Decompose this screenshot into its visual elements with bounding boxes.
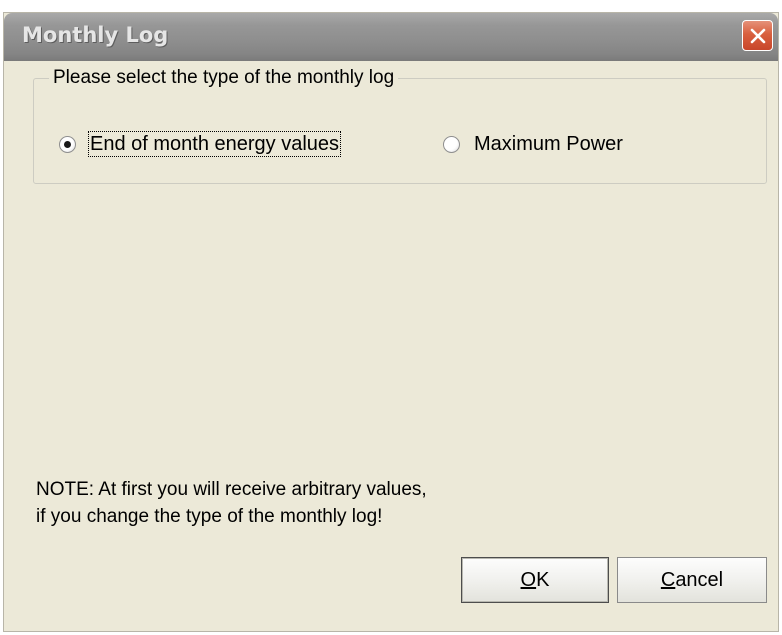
group-label: Please select the type of the monthly lo… (49, 67, 399, 89)
title-bar[interactable]: Monthly Log (4, 13, 778, 61)
radio-label-end-of-month[interactable]: End of month energy values (87, 131, 342, 157)
radio-selected-dot (64, 140, 71, 148)
ok-mnemonic: O (520, 568, 537, 591)
window-title: Monthly Log (22, 23, 169, 47)
radio-button-icon[interactable] (59, 135, 76, 153)
cancel-mnemonic: C (660, 568, 676, 591)
cancel-button[interactable]: Cancel (617, 557, 767, 603)
radio-maximum-power[interactable]: Maximum Power (443, 133, 623, 155)
close-icon (750, 28, 765, 43)
ok-button[interactable]: OK (461, 557, 609, 603)
radio-label-maximum-power[interactable]: Maximum Power (474, 133, 623, 155)
radio-end-of-month[interactable]: End of month energy values (59, 131, 342, 157)
close-button[interactable] (742, 20, 773, 51)
note-line-2: if you change the type of the monthly lo… (36, 506, 383, 527)
log-type-group: Please select the type of the monthly lo… (33, 67, 767, 184)
note-line-1: NOTE: At first you will receive arbitrar… (36, 479, 427, 500)
note-text: NOTE: At first you will receive arbitrar… (36, 476, 427, 530)
cancel-label-rest: ancel (675, 568, 724, 591)
radio-button-icon[interactable] (443, 135, 460, 153)
ok-label-rest: K (536, 568, 550, 591)
